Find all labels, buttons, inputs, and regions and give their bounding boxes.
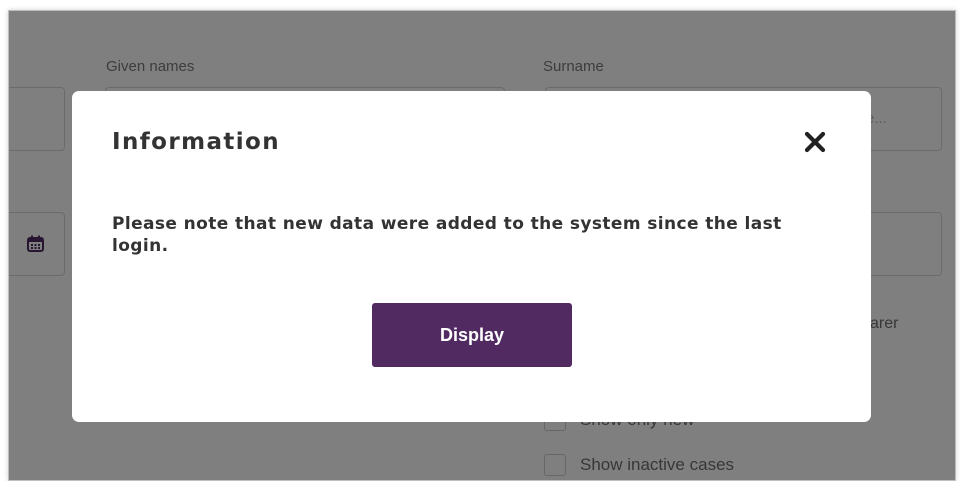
app-window: Given names Surname e... arer Sho <box>8 10 956 481</box>
information-dialog: Information Please note that new data we… <box>72 91 871 422</box>
close-icon[interactable] <box>804 131 826 153</box>
dialog-message: Please note that new data were added to … <box>112 214 782 256</box>
display-button[interactable]: Display <box>372 303 572 367</box>
dialog-title: Information <box>112 129 281 155</box>
